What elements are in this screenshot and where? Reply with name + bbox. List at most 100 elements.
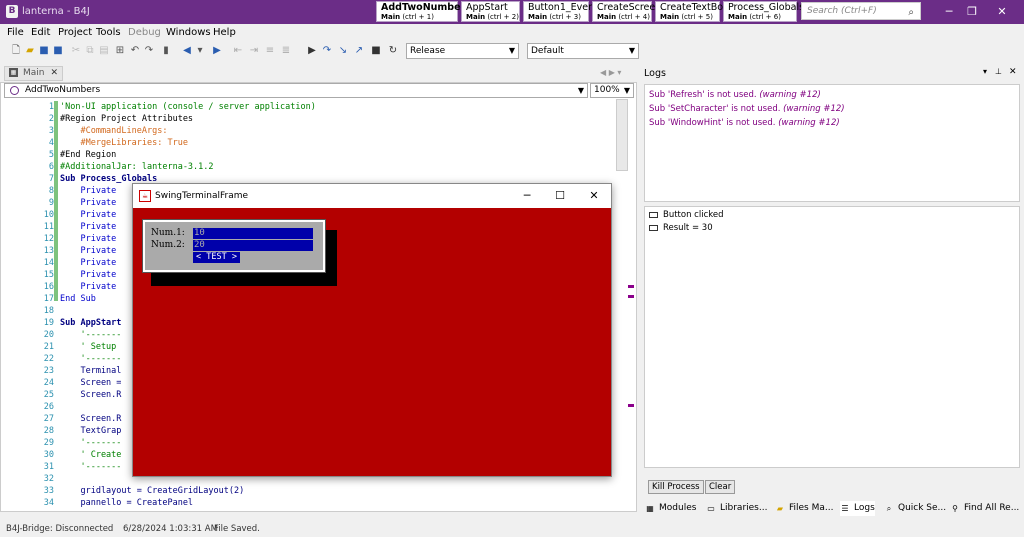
build-config-select[interactable]: Release ▼	[406, 43, 519, 59]
code-line[interactable]: #Region Project Attributes	[60, 113, 193, 125]
code-line[interactable]: Terminal	[60, 365, 121, 377]
tab-quick-search[interactable]: ⌕ Quick Se...	[884, 501, 946, 516]
pin-icon[interactable]: ⊥	[995, 67, 1002, 76]
output-log[interactable]: Button clicked Result = 30	[644, 206, 1020, 468]
save-icon[interactable]: ■	[38, 44, 50, 57]
copy-icon[interactable]: ⧉	[84, 44, 96, 57]
code-line[interactable]: Private	[60, 197, 116, 209]
new-file-icon[interactable]: 🗋	[10, 44, 22, 57]
code-line[interactable]: Screen =	[60, 377, 121, 389]
quick-tab-appstart[interactable]: AppStart Main (ctrl + 2)	[461, 1, 520, 22]
code-line[interactable]: gridlayout = CreateGridLayout(2)	[60, 485, 244, 497]
code-line[interactable]: pannello = CreatePanel	[60, 497, 193, 509]
back-icon[interactable]: ◀	[181, 44, 193, 57]
code-line[interactable]: TextGrap	[60, 425, 121, 437]
tab-files-manager[interactable]: ▰ Files Ma...	[775, 501, 834, 516]
platform-select[interactable]: Default ▼	[527, 43, 639, 59]
step-out-icon[interactable]: ↗	[353, 44, 365, 57]
run-icon[interactable]: ▶	[306, 44, 318, 57]
tab-scroll-arrows[interactable]: ◀ ▶ ▾	[600, 68, 621, 77]
zoom-select[interactable]: 100% ▼	[590, 83, 634, 98]
tab-logs[interactable]: ☰ Logs	[840, 501, 875, 516]
forward-icon[interactable]: ▶	[211, 44, 223, 57]
redo-icon[interactable]: ↷	[143, 44, 155, 57]
warning-item[interactable]: Sub 'SetCharacter' is not used. (warning…	[649, 104, 845, 114]
code-line[interactable]: Private	[60, 281, 116, 293]
warning-item[interactable]: Sub 'WindowHint' is not used. (warning #…	[649, 118, 840, 128]
close-icon[interactable]: ✕	[50, 67, 58, 80]
close-icon[interactable]: ✕	[1009, 67, 1017, 77]
code-line[interactable]: '-------	[60, 329, 121, 341]
code-line[interactable]: Private	[60, 257, 116, 269]
code-line[interactable]: Private	[60, 185, 116, 197]
code-line[interactable]: Private	[60, 245, 116, 257]
swing-title-bar[interactable]: ☕ SwingTerminalFrame ─ ☐ ✕	[133, 184, 611, 208]
search-input[interactable]: Search (Ctrl+F) ⌕	[801, 2, 921, 20]
test-button[interactable]: < TEST >	[193, 252, 240, 263]
uncomment-icon[interactable]: ≣	[280, 44, 292, 57]
code-line[interactable]: Private	[60, 233, 116, 245]
code-line[interactable]: #End Region	[60, 149, 116, 161]
warning-item[interactable]: Sub 'Refresh' is not used. (warning #12)	[649, 90, 821, 100]
quick-tab-process-globals[interactable]: Process_Globals Main (ctrl + 6)	[723, 1, 804, 22]
num2-field[interactable]: 20	[193, 240, 313, 251]
kill-process-button[interactable]: Kill Process	[648, 480, 704, 494]
quick-tab-createtextbox[interactable]: CreateTextBox Main (ctrl + 5)	[655, 1, 728, 22]
stop-icon[interactable]: ■	[370, 44, 382, 57]
menu-file[interactable]: File	[7, 27, 24, 38]
editor-scrollbar[interactable]	[616, 99, 628, 171]
code-line[interactable]: Screen.R	[60, 413, 121, 425]
menu-help[interactable]: Help	[213, 27, 236, 38]
code-line[interactable]: ' Create	[60, 449, 121, 461]
code-line[interactable]: ' Setup	[60, 341, 116, 353]
code-line[interactable]: Private	[60, 269, 116, 281]
find-icon[interactable]: ⊞	[114, 44, 126, 57]
menu-windows[interactable]: Windows	[166, 27, 211, 38]
tab-find-all-references[interactable]: ⚲ Find All Re...	[950, 501, 1019, 516]
open-folder-icon[interactable]: ▰	[24, 44, 36, 57]
paste-icon[interactable]: ▤	[98, 44, 110, 57]
code-line[interactable]: 'Non-UI application (console / server ap…	[60, 101, 316, 113]
code-line[interactable]: Private	[60, 209, 116, 221]
undo-icon[interactable]: ↶	[129, 44, 141, 57]
code-line[interactable]: Sub AppStart	[60, 317, 121, 329]
menu-debug[interactable]: Debug	[128, 27, 161, 38]
menu-tools[interactable]: Tools	[96, 27, 121, 38]
step-into-icon[interactable]: ↘	[337, 44, 349, 57]
code-line[interactable]: #AdditionalJar: lanterna-3.1.2	[60, 161, 214, 173]
menu-edit[interactable]: Edit	[31, 27, 50, 38]
sub-selector[interactable]: AddTwoNumbers ▼	[4, 83, 588, 98]
code-line[interactable]: End Sub	[60, 293, 96, 305]
swing-terminal-window[interactable]: ☕ SwingTerminalFrame ─ ☐ ✕ Num.1: 10 Num…	[132, 183, 612, 477]
code-line[interactable]: '-------	[60, 437, 121, 449]
code-line[interactable]: Screen.R	[60, 389, 121, 401]
tab-main[interactable]: ▦ Main ✕	[4, 66, 63, 81]
maximize-icon[interactable]: ☐	[550, 187, 570, 205]
code-line[interactable]: '-------	[60, 461, 121, 473]
comment-icon[interactable]: ≡	[264, 44, 276, 57]
code-line[interactable]: #CommandLineArgs:	[60, 125, 167, 137]
step-over-icon[interactable]: ↷	[321, 44, 333, 57]
indent-icon[interactable]: ⇥	[248, 44, 260, 57]
cut-icon[interactable]: ✂	[70, 44, 82, 57]
warnings-list[interactable]: Sub 'Refresh' is not used. (warning #12)…	[644, 84, 1020, 202]
quick-tab-addtwonumbers[interactable]: AddTwoNumbers Main (ctrl + 1)	[376, 1, 471, 22]
code-line[interactable]: '-------	[60, 353, 121, 365]
quick-tab-button1-event[interactable]: Button1_Event Main (ctrl + 3)	[523, 1, 598, 22]
num1-field[interactable]: 10	[193, 228, 313, 239]
restore-icon[interactable]: ❐	[960, 3, 984, 21]
clear-button[interactable]: Clear	[705, 480, 736, 494]
outdent-icon[interactable]: ⇤	[232, 44, 244, 57]
tab-libraries[interactable]: ▭ Libraries...	[706, 501, 767, 516]
bookmark-icon[interactable]: ▮	[160, 44, 172, 57]
menu-project[interactable]: Project	[58, 27, 92, 38]
restart-icon[interactable]: ↻	[387, 44, 399, 57]
minimize-icon[interactable]: ─	[517, 187, 537, 205]
tab-modules[interactable]: ▦ Modules	[645, 501, 696, 516]
panel-menu-icon[interactable]: ▾	[983, 67, 987, 76]
close-icon[interactable]: ✕	[584, 187, 604, 205]
code-line[interactable]: #MergeLibraries: True	[60, 137, 187, 149]
code-line[interactable]: Private	[60, 221, 116, 233]
save-all-icon[interactable]: ■	[52, 44, 64, 57]
chevron-down-icon[interactable]: ▾	[194, 44, 206, 57]
